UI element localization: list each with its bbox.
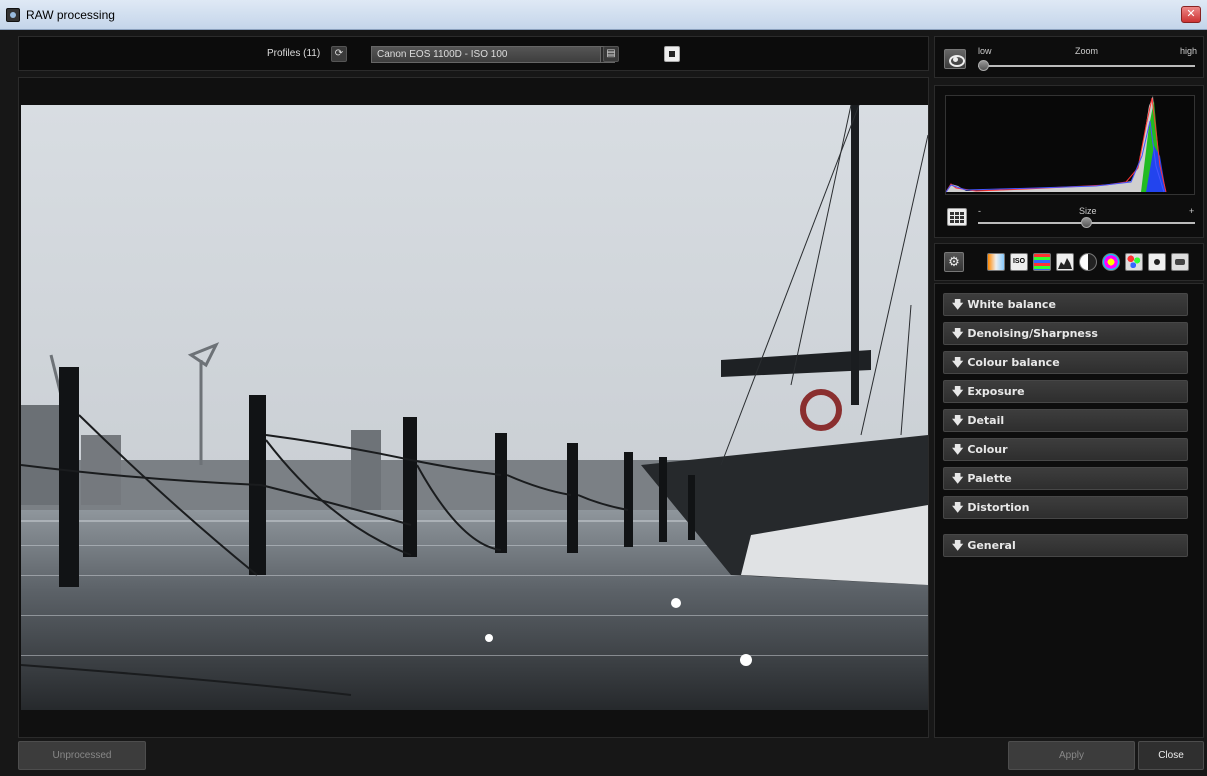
harbor-photo [21, 105, 928, 710]
size-minus-label: - [978, 206, 981, 216]
window-title: RAW processing [26, 8, 115, 22]
refresh-icon[interactable]: ⟳ [331, 46, 347, 62]
camera-icon[interactable] [1148, 253, 1166, 271]
section-label: Detail [967, 414, 1005, 427]
expand-arrow-icon: 🡇 [952, 414, 964, 427]
size-plus-label: + [1189, 206, 1195, 216]
settings-icon[interactable]: ⚙ [944, 252, 964, 272]
photo-preview[interactable] [21, 105, 928, 710]
histogram-panel: - Size + [934, 85, 1204, 238]
zoom-low-label: low [978, 46, 992, 56]
section-detail[interactable]: 🡇 Detail [943, 409, 1188, 432]
white-balance-icon[interactable] [987, 253, 1005, 271]
section-general[interactable]: 🡇 General [943, 534, 1188, 557]
section-palette[interactable]: 🡇 Palette [943, 467, 1188, 490]
app-icon [6, 8, 20, 22]
histogram-chart [945, 95, 1195, 195]
histogram-graph [945, 96, 1167, 193]
color-wheel-icon[interactable] [1102, 253, 1120, 271]
section-exposure[interactable]: 🡇 Exposure [943, 380, 1188, 403]
section-white-balance[interactable]: 🡇 White balance [943, 293, 1188, 316]
histogram-icon[interactable] [1056, 253, 1074, 271]
iso-icon[interactable]: ISO [1010, 253, 1028, 271]
image-viewer[interactable] [18, 77, 929, 738]
section-distortion[interactable]: 🡇 Distortion [943, 496, 1188, 519]
zoom-slider-thumb[interactable] [978, 60, 989, 71]
section-label: Palette [967, 472, 1012, 485]
expand-arrow-icon: 🡇 [952, 443, 964, 456]
section-label: White balance [967, 298, 1056, 311]
section-label: Colour balance [967, 356, 1060, 369]
apply-button[interactable]: Apply [1008, 741, 1135, 770]
contrast-icon[interactable] [1079, 253, 1097, 271]
section-colour[interactable]: 🡇 Colour [943, 438, 1188, 461]
title-bar: RAW processing ✕ [0, 0, 1207, 30]
lens-icon[interactable] [1171, 253, 1189, 271]
profile-selected-value: Canon EOS 1100D - ISO 100 [377, 49, 508, 60]
expand-arrow-icon: 🡇 [952, 385, 964, 398]
expand-arrow-icon: 🡇 [952, 501, 964, 514]
tools-panel: ⚙ ISO [934, 243, 1204, 281]
expand-arrow-icon: 🡇 [952, 472, 964, 485]
size-slider-thumb[interactable] [1081, 217, 1092, 228]
palette-icon[interactable] [1125, 253, 1143, 271]
section-colour-balance[interactable]: 🡇 Colour balance [943, 351, 1188, 374]
section-denoising-sharpness[interactable]: 🡇 Denoising/Sharpness [943, 322, 1188, 345]
settings-panel: 🡇 White balance 🡇 Denoising/Sharpness 🡇 Col… [934, 283, 1204, 738]
close-button[interactable]: Close [1138, 741, 1204, 770]
expand-arrow-icon: 🡇 [952, 298, 964, 311]
expand-arrow-icon: 🡇 [952, 539, 964, 552]
size-label: Size [1079, 206, 1097, 216]
raw-processing-window: Profiles (11) ⟳ Canon EOS 1100D - ISO 10… [0, 30, 1207, 776]
zoom-high-label: high [1180, 46, 1198, 56]
zoom-slider-track[interactable] [978, 65, 1195, 67]
profile-toolbar: Profiles (11) ⟳ Canon EOS 1100D - ISO 10… [18, 36, 929, 71]
section-label: Colour [967, 443, 1008, 456]
zoom-title: Zoom [1075, 46, 1099, 56]
expand-arrow-icon: 🡇 [952, 327, 964, 340]
profiles-label: Profiles (11) [267, 48, 321, 59]
unprocessed-button[interactable]: Unprocessed [18, 741, 146, 770]
grid-icon[interactable] [947, 208, 967, 226]
window-close-button[interactable]: ✕ [1181, 6, 1201, 23]
section-label: Denoising/Sharpness [967, 327, 1098, 340]
section-label: General [967, 539, 1016, 552]
section-label: Exposure [967, 385, 1025, 398]
expand-arrow-icon: 🡇 [952, 356, 964, 369]
save-icon[interactable]: ▤ [603, 46, 619, 62]
color-lines-icon[interactable] [1033, 253, 1051, 271]
profile-dropdown[interactable]: Canon EOS 1100D - ISO 100 ▼ [371, 46, 615, 63]
preview-eye-icon[interactable] [944, 49, 966, 69]
section-label: Distortion [967, 501, 1030, 514]
snapshot-icon[interactable] [664, 46, 680, 62]
zoom-panel: low Zoom high [934, 36, 1204, 78]
